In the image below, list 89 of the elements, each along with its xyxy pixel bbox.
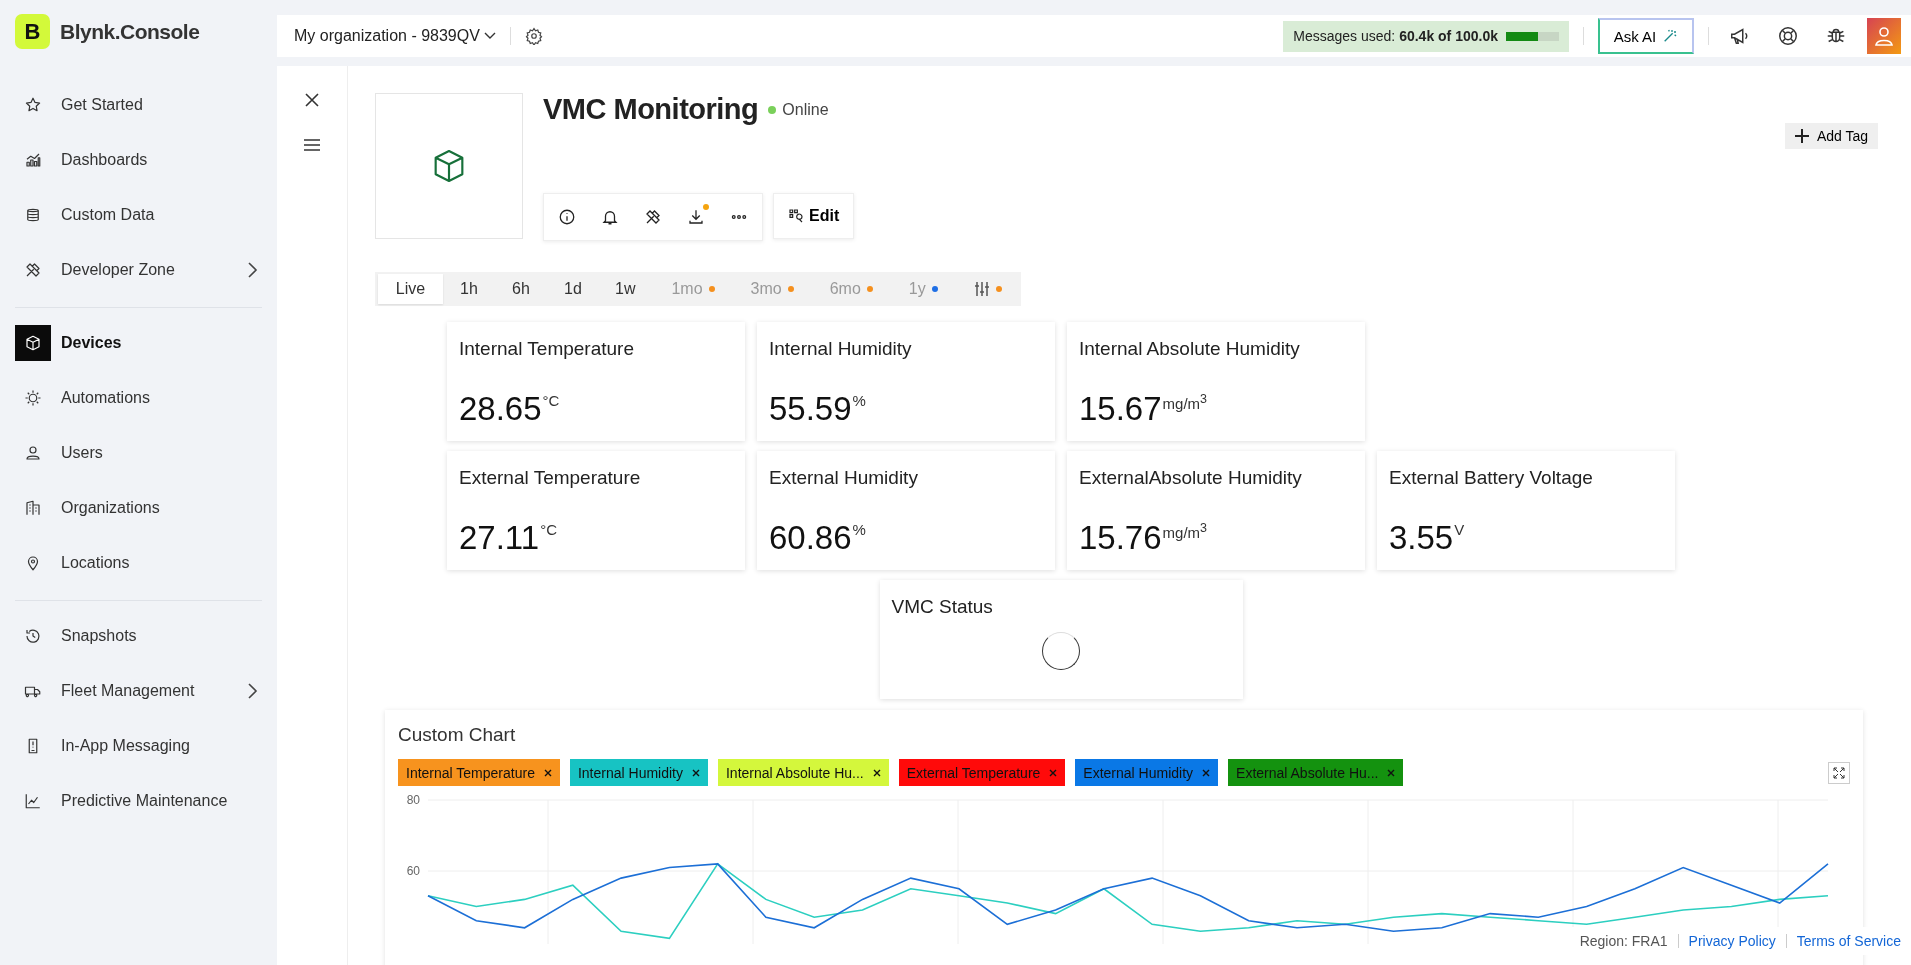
remove-icon[interactable] [872,768,881,777]
info-icon[interactable] [558,208,576,226]
remove-icon[interactable] [543,768,552,777]
sidebar-item[interactable]: Fleet Management [15,673,262,709]
download-icon[interactable] [687,208,705,226]
sidebar-item[interactable]: Custom Data [15,197,262,233]
sidebar-item[interactable]: Developer Zone [15,252,262,288]
axis-tick-label: 60 [406,864,420,878]
footer-link[interactable]: Privacy Policy [1688,933,1776,949]
sidebar-item[interactable]: Dashboards [15,142,262,178]
menu-item-icon [24,206,42,224]
legend-chip[interactable]: External Absolute Hu... [1228,759,1404,786]
tile-title: VMC Status [891,596,994,618]
ask-ai-button[interactable]: Ask AI [1598,18,1694,54]
tile-value: 15.67 [1079,392,1162,425]
device-title: VMC Monitoring [543,93,759,126]
axis-tick-label: 80 [406,794,420,807]
sidebar-item[interactable]: Users [15,435,262,471]
tile-unit: V [1454,521,1465,538]
time-range-tab[interactable]: 1h [443,274,495,304]
tile-value: 3.55 [1389,521,1454,554]
plus-icon [1794,129,1809,143]
tile-value: 15.76 [1079,521,1162,554]
sidebar-item[interactable]: Predictive Maintenance [15,783,262,819]
tile-title: Internal Humidity [769,338,913,360]
edit-button[interactable]: Edit [773,193,855,239]
messages-text: Messages used: 60.4k of 100.0k [1293,28,1498,44]
tile-value: 28.65 [459,392,542,425]
time-range-tab[interactable]: 1d [547,274,599,304]
device-status: Online [782,100,829,119]
menu-icon[interactable] [303,138,321,152]
tile-title: External Battery Voltage [1389,467,1594,489]
sidebar-item[interactable]: Devices [15,325,262,361]
chart-title: Custom Chart [398,724,517,746]
tile-title: Internal Absolute Humidity [1079,338,1301,360]
tile-unit: mg/m$^{3}$ [1162,392,1208,412]
menu-item-icon [24,627,42,645]
settings-icon[interactable] [524,27,543,45]
legend-chip[interactable]: External Humidity [1075,759,1219,786]
sidebar-item[interactable]: Snapshots [15,618,262,654]
tile-unit: °C [542,392,560,409]
sidebar-item[interactable]: In-App Messaging [15,728,262,764]
avatar[interactable] [1867,18,1901,54]
menu-item-icon [24,499,42,517]
tile-unit: % [852,521,866,538]
footer-link[interactable]: Terms of Service [1796,933,1901,949]
legend-chip[interactable]: Internal Temperature [398,759,560,786]
time-range-tab[interactable]: 1w [599,274,652,304]
sidebar-item[interactable]: Organizations [15,490,262,526]
menu-item-icon [24,334,42,352]
tile-value: 55.59 [769,392,852,425]
menu-item-icon [24,444,42,462]
sidebar-item[interactable]: Get Started [15,87,262,123]
menu-item-icon [24,792,42,810]
menu-item-icon [24,389,42,407]
tile-value: 60.86 [769,521,852,554]
edit-widgets-icon [788,208,804,224]
logo-icon: B [15,14,50,49]
tile-unit: % [852,392,866,409]
tile-title: External Temperature [459,467,642,489]
organization-dropdown[interactable]: My organization - 9839QV [294,27,496,45]
bell-icon[interactable] [601,208,619,226]
tile-title: Internal Temperature [459,338,635,360]
fullscreen-icon[interactable] [1828,761,1850,784]
help-lifebuoy-icon[interactable] [1777,25,1799,47]
menu-item-icon [24,96,42,114]
add-tag-button[interactable]: Add Tag [1784,123,1878,149]
tile-title: ExternalAbsolute Humidity [1079,467,1303,489]
tile-title: External Humidity [769,467,919,489]
tile-value: 27.11 [459,521,540,554]
legend-chip[interactable]: Internal Absolute Hu... [718,759,889,786]
sidebar-item[interactable]: Automations [15,380,262,416]
tools-icon[interactable] [644,208,662,226]
legend-chip[interactable]: External Temperature [898,759,1066,786]
remove-icon[interactable] [692,768,700,777]
sliders-icon [973,281,990,297]
close-icon[interactable] [304,92,320,108]
sidebar-item[interactable]: Locations [15,545,262,581]
legend-chip[interactable]: Internal Humidity [569,759,708,786]
menu-item-icon [24,261,42,279]
time-range-tab[interactable]: Live [378,274,443,304]
brand-name: Blynk.Console [60,19,200,44]
menu-item-icon [24,151,42,169]
tile-unit: °C [540,521,557,538]
time-range-tab[interactable]: 6h [495,274,547,304]
caret-icon [483,32,496,40]
tile-unit: mg/m$^{3}$ [1162,521,1208,541]
region-label: Region: FRA1 [1579,933,1668,949]
magic-wand-icon [1662,28,1679,44]
